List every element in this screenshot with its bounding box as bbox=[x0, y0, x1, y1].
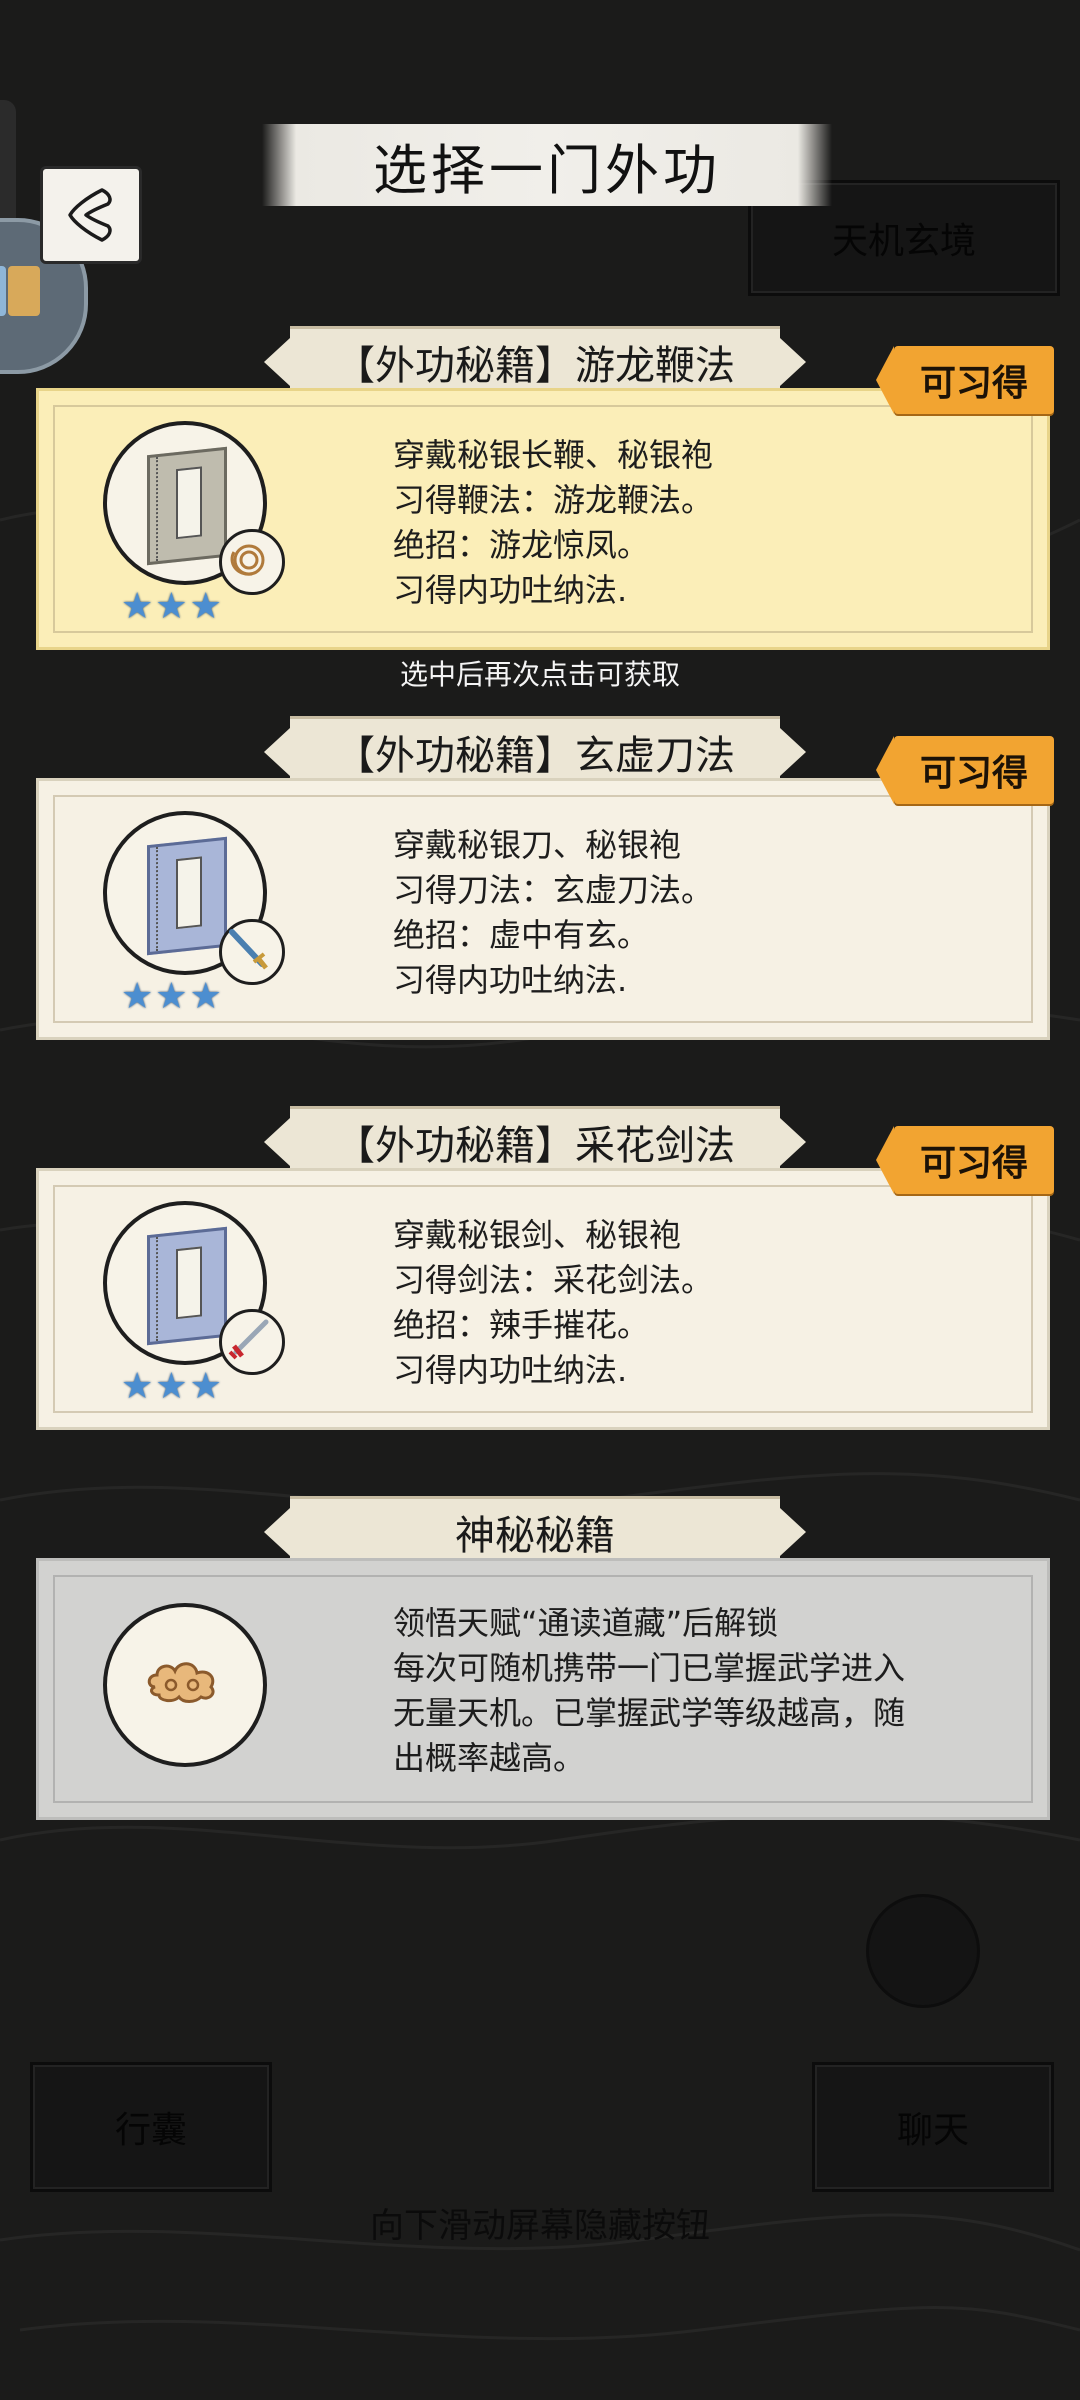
star-icon: ★ bbox=[155, 1366, 188, 1407]
star-icon: ★ bbox=[189, 976, 222, 1017]
desc-line: 穿戴秘银剑、秘银袍 bbox=[393, 1216, 682, 1254]
book-icon bbox=[147, 836, 227, 956]
card-sword-technique[interactable]: ★ ★ ★ 穿戴秘银剑、秘银袍 习得剑法：采花剑法。 绝招：辣手摧花。 习得内功… bbox=[36, 1168, 1050, 1430]
desc-line: 穿戴秘银刀、秘银袍 bbox=[393, 826, 682, 864]
card-description: 穿戴秘银长鞭、秘银袍 习得鞭法：游龙鞭法。 绝招：游龙惊凤。 习得内功吐纳法. bbox=[393, 433, 713, 613]
desc-line: 习得剑法：采花剑法。 bbox=[393, 1261, 714, 1299]
star-icon: ★ bbox=[189, 586, 222, 627]
tap-again-hint: 选中后再次点击可获取 bbox=[399, 658, 680, 691]
cloud-icon bbox=[147, 1662, 215, 1703]
card-description: 穿戴秘银剑、秘银袍 习得剑法：采花剑法。 绝招：辣手摧花。 习得内功吐纳法. bbox=[393, 1213, 713, 1393]
card-saber-technique[interactable]: ★ ★ ★ 穿戴秘银刀、秘银袍 习得刀法：玄虚刀法。 绝招：虚中有玄。 习得内功… bbox=[36, 778, 1050, 1040]
book-icon bbox=[147, 1226, 227, 1346]
star-icon: ★ bbox=[189, 1366, 222, 1407]
chevron-left-icon bbox=[68, 188, 112, 242]
learnable-badge: 可习得 bbox=[876, 346, 1054, 414]
book-medallion bbox=[103, 811, 285, 985]
cloud-medallion bbox=[103, 1603, 267, 1767]
desc-line: 领悟天赋“通读道藏”后解锁 bbox=[393, 1604, 779, 1642]
book-medallion bbox=[103, 1201, 285, 1375]
learnable-badge: 可习得 bbox=[876, 736, 1054, 804]
title-banner: 选择一门外功 bbox=[262, 124, 832, 206]
desc-line: 习得鞭法：游龙鞭法。 bbox=[393, 481, 714, 519]
bag-button: 行囊 bbox=[30, 2062, 272, 2192]
desc-line: 习得内功吐纳法. bbox=[393, 1351, 628, 1389]
star-rating: ★ ★ ★ bbox=[121, 589, 222, 625]
desc-line: 习得内功吐纳法. bbox=[393, 961, 628, 999]
run-icon bbox=[866, 1894, 980, 2008]
desc-line: 无量天机。已掌握武学等级越高，随 bbox=[393, 1694, 906, 1732]
star-icon: ★ bbox=[155, 586, 188, 627]
page-title: 选择一门外功 bbox=[373, 138, 721, 202]
star-icon: ★ bbox=[121, 586, 154, 627]
star-icon: ★ bbox=[155, 976, 188, 1017]
card-description: 领悟天赋“通读道藏”后解锁 每次可随机携带一门已掌握武学进入 无量天机。已掌握武… bbox=[393, 1601, 905, 1781]
desc-line: 穿戴秘银长鞭、秘银袍 bbox=[393, 436, 714, 474]
chat-button: 聊天 bbox=[812, 2062, 1054, 2192]
book-medallion bbox=[103, 421, 285, 595]
star-icon: ★ bbox=[121, 976, 154, 1017]
saber-icon bbox=[219, 919, 285, 985]
book-icon bbox=[147, 446, 227, 566]
card-whip-technique[interactable]: ★ ★ ★ 穿戴秘银长鞭、秘银袍 习得鞭法：游龙鞭法。 绝招：游龙惊凤。 习得内… bbox=[36, 388, 1050, 650]
star-icon: ★ bbox=[121, 1366, 154, 1407]
desc-line: 绝招：游龙惊凤。 bbox=[393, 526, 650, 564]
card-mystery-technique[interactable]: 领悟天赋“通读道藏”后解锁 每次可随机携带一门已掌握武学进入 无量天机。已掌握武… bbox=[36, 1558, 1050, 1820]
desc-line: 习得内功吐纳法. bbox=[393, 571, 628, 609]
hide-buttons-hint: 向下滑动屏幕隐藏按钮 bbox=[370, 2206, 710, 2246]
desc-line: 习得刀法：玄虚刀法。 bbox=[393, 871, 714, 909]
whip-icon bbox=[219, 529, 285, 595]
desc-line: 绝招：虚中有玄。 bbox=[393, 916, 650, 954]
sword-icon bbox=[219, 1309, 285, 1375]
back-button[interactable] bbox=[40, 166, 142, 264]
desc-line: 出概率越高。 bbox=[393, 1739, 586, 1777]
card-description: 穿戴秘银刀、秘银袍 习得刀法：玄虚刀法。 绝招：虚中有玄。 习得内功吐纳法. bbox=[393, 823, 713, 1003]
desc-line: 每次可随机携带一门已掌握武学进入 bbox=[393, 1649, 906, 1687]
star-rating: ★ ★ ★ bbox=[121, 979, 222, 1015]
star-rating: ★ ★ ★ bbox=[121, 1369, 222, 1405]
desc-line: 绝招：辣手摧花。 bbox=[393, 1306, 650, 1344]
learnable-badge: 可习得 bbox=[876, 1126, 1054, 1194]
